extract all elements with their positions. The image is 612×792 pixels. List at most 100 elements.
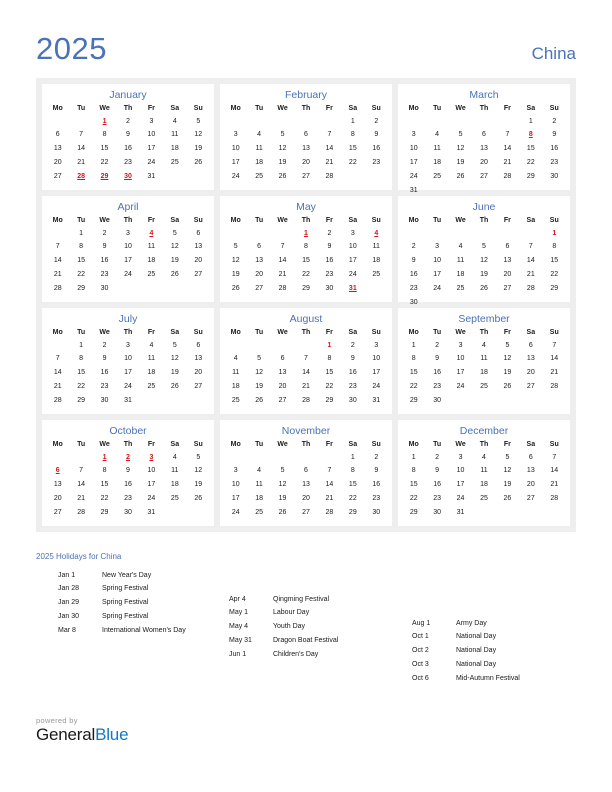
day-cell[interactable]: 3	[449, 339, 472, 353]
day-cell[interactable]: 9	[425, 465, 448, 479]
day-cell[interactable]: 29	[402, 506, 425, 520]
day-cell[interactable]: 23	[93, 380, 116, 394]
day-cell[interactable]: 15	[69, 367, 92, 381]
day-cell[interactable]: 7	[543, 451, 566, 465]
day-cell[interactable]: 19	[163, 255, 186, 269]
day-cell[interactable]: 9	[93, 241, 116, 255]
day-cell[interactable]: 1	[402, 339, 425, 353]
day-cell[interactable]: 13	[294, 479, 317, 493]
day-cell[interactable]: 22	[69, 380, 92, 394]
day-cell[interactable]: 17	[402, 156, 425, 170]
day-cell[interactable]: 24	[140, 156, 163, 170]
day-cell[interactable]: 25	[247, 506, 270, 520]
day-cell[interactable]: 9	[318, 241, 341, 255]
day-cell[interactable]: 25	[224, 394, 247, 408]
day-cell[interactable]: 28	[519, 282, 542, 296]
day-cell[interactable]: 11	[163, 465, 186, 479]
day-cell[interactable]: 18	[247, 492, 270, 506]
day-cell[interactable]: 27	[294, 506, 317, 520]
day-cell[interactable]: 2	[93, 339, 116, 353]
day-cell[interactable]: 13	[519, 465, 542, 479]
day-cell[interactable]: 10	[425, 255, 448, 269]
day-cell[interactable]: 31	[140, 506, 163, 520]
day-cell[interactable]: 23	[425, 492, 448, 506]
day-cell[interactable]: 26	[496, 492, 519, 506]
day-cell[interactable]: 22	[341, 492, 364, 506]
day-cell[interactable]: 18	[449, 268, 472, 282]
day-cell[interactable]: 26	[163, 268, 186, 282]
day-cell[interactable]: 20	[271, 380, 294, 394]
day-cell[interactable]: 8	[543, 241, 566, 255]
day-cell[interactable]: 27	[46, 506, 69, 520]
day-cell[interactable]: 22	[318, 380, 341, 394]
day-cell[interactable]: 29	[294, 282, 317, 296]
day-cell[interactable]: 20	[247, 268, 270, 282]
day-cell[interactable]: 8	[402, 465, 425, 479]
day-cell[interactable]: 12	[496, 465, 519, 479]
day-cell[interactable]: 30	[341, 394, 364, 408]
day-cell[interactable]: 5	[163, 339, 186, 353]
day-cell[interactable]: 28	[543, 380, 566, 394]
day-cell[interactable]: 6	[519, 451, 542, 465]
day-cell[interactable]: 27	[187, 268, 210, 282]
day-cell[interactable]: 25	[163, 492, 186, 506]
day-cell[interactable]: 12	[163, 353, 186, 367]
day-cell[interactable]: 21	[271, 268, 294, 282]
day-cell-holiday[interactable]: 1	[318, 339, 341, 353]
day-cell[interactable]: 26	[224, 282, 247, 296]
day-cell[interactable]: 21	[496, 156, 519, 170]
day-cell[interactable]: 8	[294, 241, 317, 255]
day-cell[interactable]: 10	[116, 241, 139, 255]
day-cell[interactable]: 26	[271, 170, 294, 184]
day-cell[interactable]: 22	[93, 492, 116, 506]
day-cell[interactable]: 30	[318, 282, 341, 296]
day-cell[interactable]: 4	[140, 339, 163, 353]
day-cell[interactable]: 27	[271, 394, 294, 408]
day-cell[interactable]: 11	[140, 353, 163, 367]
day-cell[interactable]: 4	[472, 451, 495, 465]
day-cell[interactable]: 27	[187, 380, 210, 394]
day-cell[interactable]: 12	[187, 465, 210, 479]
day-cell[interactable]: 28	[496, 170, 519, 184]
day-cell[interactable]: 26	[163, 380, 186, 394]
day-cell[interactable]: 4	[224, 353, 247, 367]
day-cell[interactable]: 8	[69, 353, 92, 367]
day-cell[interactable]: 8	[341, 465, 364, 479]
day-cell[interactable]: 22	[402, 380, 425, 394]
day-cell[interactable]: 17	[449, 367, 472, 381]
day-cell[interactable]: 29	[402, 394, 425, 408]
day-cell[interactable]: 17	[449, 479, 472, 493]
day-cell[interactable]: 27	[496, 282, 519, 296]
day-cell-holiday[interactable]: 1	[93, 115, 116, 129]
day-cell[interactable]: 21	[519, 268, 542, 282]
day-cell[interactable]: 25	[449, 282, 472, 296]
day-cell[interactable]: 19	[224, 268, 247, 282]
day-cell[interactable]: 31	[449, 506, 472, 520]
day-cell[interactable]: 24	[341, 268, 364, 282]
day-cell[interactable]: 16	[318, 255, 341, 269]
day-cell[interactable]: 16	[365, 479, 388, 493]
day-cell[interactable]: 2	[93, 227, 116, 241]
day-cell[interactable]: 30	[365, 506, 388, 520]
day-cell[interactable]: 12	[224, 255, 247, 269]
day-cell[interactable]: 23	[543, 156, 566, 170]
day-cell[interactable]: 14	[271, 255, 294, 269]
day-cell[interactable]: 9	[365, 129, 388, 143]
day-cell[interactable]: 21	[318, 492, 341, 506]
day-cell[interactable]: 7	[69, 465, 92, 479]
day-cell[interactable]: 27	[294, 170, 317, 184]
day-cell[interactable]: 25	[247, 170, 270, 184]
day-cell[interactable]: 5	[187, 115, 210, 129]
day-cell[interactable]: 21	[69, 156, 92, 170]
day-cell[interactable]: 5	[496, 339, 519, 353]
day-cell-holiday[interactable]: 30	[116, 170, 139, 184]
day-cell[interactable]: 2	[341, 339, 364, 353]
day-cell[interactable]: 19	[496, 479, 519, 493]
day-cell[interactable]: 12	[247, 367, 270, 381]
day-cell[interactable]: 20	[472, 156, 495, 170]
day-cell[interactable]: 14	[496, 143, 519, 157]
day-cell[interactable]: 12	[496, 353, 519, 367]
day-cell[interactable]: 4	[425, 129, 448, 143]
day-cell[interactable]: 14	[519, 255, 542, 269]
day-cell[interactable]: 4	[247, 129, 270, 143]
